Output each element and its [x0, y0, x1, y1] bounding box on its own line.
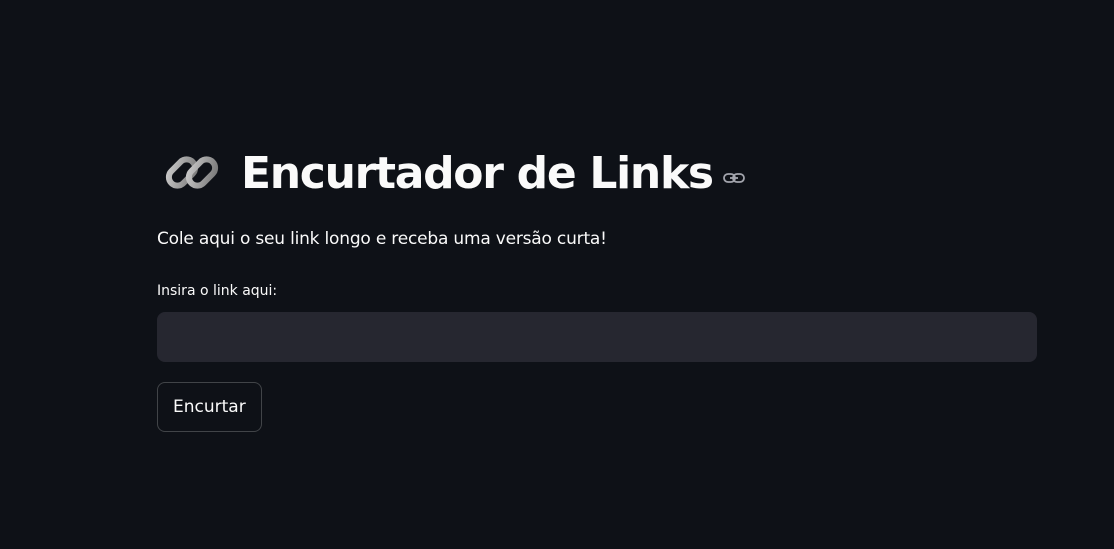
url-input-label: Insira o link aqui: [157, 283, 278, 299]
page-title: Encurtador de Links [241, 147, 714, 199]
app-container: Encurtador de Links Cole aqui o seu link… [0, 0, 1114, 549]
shorten-button[interactable]: Encurtar [157, 382, 262, 432]
link-icon[interactable] [722, 170, 745, 184]
url-input[interactable] [157, 312, 1037, 362]
link-chain-emoji-icon [163, 144, 221, 202]
page-description: Cole aqui o seu link longo e receba uma … [157, 229, 607, 249]
page-header: Encurtador de Links [157, 140, 1037, 206]
